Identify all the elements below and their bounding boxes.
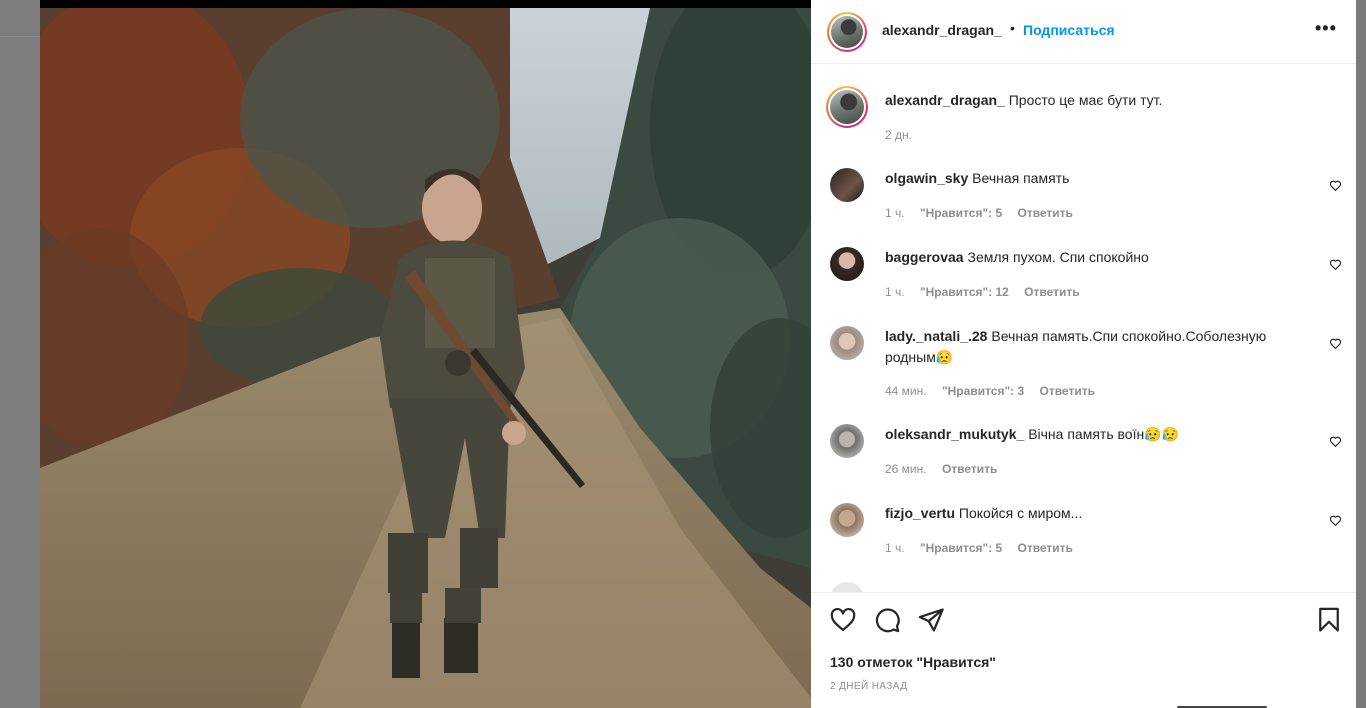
comment-meta: 44 мин. "Нравится": 3 Ответить bbox=[885, 384, 1107, 398]
comment-body: Покойся с миром... bbox=[958, 505, 1083, 521]
post-photo[interactable] bbox=[40, 0, 811, 708]
comment-text: fizjo_vertu Покойся с миром... bbox=[885, 503, 1305, 524]
comment-username[interactable]: lady._natali_.28 bbox=[885, 328, 987, 344]
post-date[interactable]: 2 ДНЕЙ НАЗАД bbox=[830, 681, 907, 692]
background-page-right bbox=[1356, 0, 1366, 708]
comment-username[interactable]: olgawin_sky bbox=[885, 170, 968, 186]
more-options-icon[interactable]: ••• bbox=[1315, 18, 1337, 39]
comment-username[interactable]: fizjo_vertu bbox=[885, 505, 955, 521]
caption-body: Просто це має бути тут. bbox=[1008, 92, 1163, 108]
comment-username[interactable]: baggerovaa bbox=[885, 249, 964, 265]
share-icon[interactable] bbox=[917, 606, 945, 634]
follow-button[interactable]: Подписаться bbox=[1023, 22, 1115, 38]
reply-button[interactable]: Ответить bbox=[1017, 541, 1072, 555]
commenter-avatar[interactable] bbox=[830, 424, 864, 458]
comment-heart-icon[interactable] bbox=[1329, 258, 1342, 271]
bookmark-icon[interactable] bbox=[1315, 606, 1343, 634]
comment-time[interactable]: 26 мин. bbox=[885, 462, 927, 476]
likes-count[interactable]: 130 отметок "Нравится" bbox=[830, 654, 996, 670]
comment-time[interactable]: 1 ч. bbox=[885, 206, 905, 220]
comment-likes[interactable]: "Нравится": 5 bbox=[920, 541, 1002, 555]
comment-text: lady._natali_.28 Вечная память.Спи споко… bbox=[885, 326, 1305, 368]
comments-list[interactable]: alexandr_dragan_ Просто це має бути тут.… bbox=[811, 65, 1356, 592]
separator-dot: • bbox=[1010, 20, 1015, 36]
commenter-avatar[interactable] bbox=[830, 326, 864, 360]
comment-heart-icon[interactable] bbox=[1329, 435, 1342, 448]
comment-body: Земля пухом. Спи спокойно bbox=[967, 249, 1149, 265]
comment-time[interactable]: 1 ч. bbox=[885, 285, 905, 299]
reply-button[interactable]: Ответить bbox=[1024, 285, 1079, 299]
comment-text: baggerovaa Земля пухом. Спи спокойно bbox=[885, 247, 1305, 268]
comment-time[interactable]: 44 мин. bbox=[885, 384, 927, 398]
comment-heart-icon[interactable] bbox=[1329, 337, 1342, 350]
comment-meta: 1 ч. "Нравится": 5 Ответить bbox=[885, 206, 1085, 220]
post-header: alexandr_dragan_ • Подписаться ••• bbox=[811, 0, 1356, 64]
comment-icon[interactable] bbox=[873, 606, 901, 634]
commenter-avatar[interactable] bbox=[830, 247, 864, 281]
background-page bbox=[0, 0, 40, 708]
caption-username[interactable]: alexandr_dragan_ bbox=[885, 92, 1005, 108]
comment-likes[interactable]: "Нравится": 3 bbox=[942, 384, 1024, 398]
post-image bbox=[40, 8, 811, 708]
caption-time[interactable]: 2 дн. bbox=[885, 128, 912, 142]
post-actions: 130 отметок "Нравится" 2 ДНЕЙ НАЗАД bbox=[811, 592, 1356, 708]
reply-button[interactable]: Ответить bbox=[1040, 384, 1095, 398]
commenter-avatar[interactable] bbox=[830, 503, 864, 537]
comment-body: Вечная память bbox=[972, 170, 1070, 186]
caption-avatar[interactable] bbox=[826, 86, 868, 128]
comment-text: olgawin_sky Вечная память bbox=[885, 168, 1305, 189]
post-side-panel: alexandr_dragan_ • Подписаться ••• alexa… bbox=[811, 0, 1356, 708]
commenter-avatar[interactable] bbox=[830, 168, 864, 202]
comment-likes[interactable]: "Нравится": 5 bbox=[920, 206, 1002, 220]
caption-text: alexandr_dragan_ Просто це має бути тут. bbox=[885, 90, 1305, 111]
comment-time[interactable]: 1 ч. bbox=[885, 541, 905, 555]
comment-text: oleksandr_mukutyk_ Вічна память воїн😥😥 bbox=[885, 424, 1305, 445]
comment-heart-icon[interactable] bbox=[1329, 514, 1342, 527]
reply-button[interactable]: Ответить bbox=[942, 462, 997, 476]
comment-heart-icon[interactable] bbox=[1329, 179, 1342, 192]
reply-button[interactable]: Ответить bbox=[1017, 206, 1072, 220]
author-username[interactable]: alexandr_dragan_ bbox=[882, 22, 1002, 38]
comment-username[interactable]: oleksandr_mukutyk_ bbox=[885, 426, 1024, 442]
commenter-avatar[interactable] bbox=[830, 582, 864, 592]
comment-body: Вічна память воїн😥😥 bbox=[1028, 426, 1180, 442]
comment-meta: 1 ч. "Нравится": 5 Ответить bbox=[885, 541, 1085, 555]
comment-meta: 1 ч. "Нравится": 12 Ответить bbox=[885, 285, 1092, 299]
author-avatar[interactable] bbox=[827, 12, 867, 52]
caption-meta: 2 дн. bbox=[885, 128, 924, 142]
comment-likes[interactable]: "Нравится": 12 bbox=[920, 285, 1009, 299]
heart-icon[interactable] bbox=[829, 606, 857, 634]
comment-meta: 26 мин. Ответить bbox=[885, 462, 1009, 476]
